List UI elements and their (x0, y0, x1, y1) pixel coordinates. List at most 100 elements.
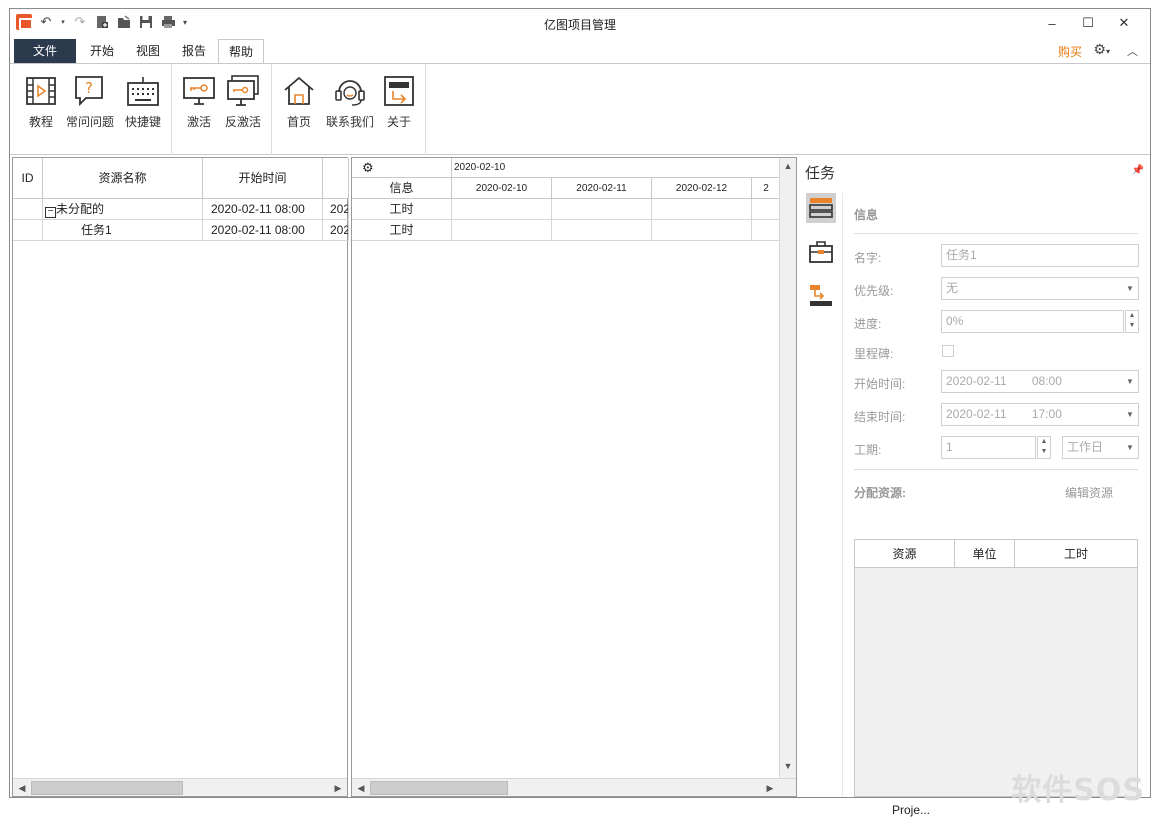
date-header: 2 (752, 178, 780, 199)
maximize-icon[interactable]: ☐ (1070, 11, 1106, 35)
scroll-right-icon[interactable]: ▶ (762, 780, 778, 796)
faq-label: 常问问题 (66, 115, 115, 129)
tab-view[interactable]: 视图 (128, 39, 168, 63)
section-info-title: 信息 (854, 208, 879, 222)
shortcuts-button[interactable]: 快捷键 (120, 74, 166, 130)
task-link-icon[interactable] (806, 281, 836, 311)
work-hours-cell: 工时 (352, 220, 452, 241)
column-header-resource-name[interactable]: 资源名称 (43, 158, 203, 199)
timeline-grid: ⚙ 2020-02-10 信息 2020-02-10 2020-02-11 20… (351, 157, 797, 797)
gear-icon[interactable]: ⚙ (362, 158, 374, 178)
briefcase-icon[interactable] (806, 237, 836, 267)
scrollbar-thumb[interactable] (370, 781, 508, 795)
ribbon-group-activation: 激活 反激活 (172, 64, 272, 155)
chevron-down-icon[interactable]: ▼ (1122, 404, 1138, 425)
divider (854, 469, 1138, 470)
gear-icon[interactable]: ⚙▾ (1093, 41, 1110, 58)
duration-stepper[interactable]: ▲ ▼ (1037, 436, 1051, 459)
scroll-left-icon[interactable]: ◀ (14, 780, 30, 796)
window-controls: – ☐ ✕ (1034, 11, 1142, 35)
duration-label: 工期: (854, 443, 882, 457)
timeline-cell (752, 199, 780, 220)
tab-file[interactable]: 文件 (14, 39, 76, 63)
close-icon[interactable]: ✕ (1106, 11, 1142, 35)
progress-input[interactable]: 0% (941, 310, 1124, 333)
minimize-icon[interactable]: – (1034, 11, 1070, 35)
column-header-unit[interactable]: 单位 (955, 540, 1015, 568)
column-header-id[interactable]: ID (13, 158, 43, 199)
duration-input[interactable]: 1 (941, 436, 1036, 459)
horizontal-scrollbar[interactable]: ◀ ▶ (13, 778, 347, 796)
task-form: 信息 名字: 任务1 优先级: 无 ▼ 进度: 0% ▲ ▼ 里程碑: 开始时间:… (842, 193, 1139, 797)
ribbon-tabs: 文件 开始 视图 报告 帮助 (10, 39, 1150, 64)
priority-value: 无 (946, 281, 959, 295)
window-title: 亿图项目管理 (543, 18, 616, 32)
column-header-extra[interactable] (323, 158, 349, 199)
tutorial-button[interactable]: 教程 (18, 74, 64, 130)
timeline-settings-cell: ⚙ (352, 158, 452, 178)
timeline-cell (452, 199, 552, 220)
stepper-up-icon[interactable]: ▲ (1038, 437, 1050, 447)
name-input[interactable]: 任务1 (941, 244, 1139, 267)
row-start-cell: 2020-02-11 08:00 (203, 220, 323, 241)
panel-side-tabs (800, 193, 836, 325)
info-tab-icon[interactable] (806, 193, 836, 223)
question-bubble-icon: ? (75, 76, 103, 107)
milestone-checkbox[interactable] (942, 345, 954, 357)
column-header-info[interactable]: 信息 (352, 178, 452, 199)
faq-button[interactable]: ? 常问问题 (66, 74, 115, 130)
edit-resources-link[interactable]: 编辑资源 (1065, 484, 1113, 501)
buy-link[interactable]: 购买 (1058, 43, 1082, 60)
stepper-up-icon[interactable]: ▲ (1126, 311, 1138, 321)
vertical-scrollbar[interactable]: ▲ ▼ (779, 158, 796, 778)
row-id-cell (13, 199, 43, 220)
tab-home[interactable]: 开始 (82, 39, 122, 63)
homepage-label: 首页 (286, 115, 311, 129)
end-time-label: 结束时间: (854, 410, 906, 424)
column-header-resource[interactable]: 资源 (855, 540, 955, 568)
headset-icon (335, 80, 365, 106)
date-header: 2020-02-12 (652, 178, 752, 199)
about-button[interactable]: 关于 (376, 74, 422, 130)
divider (854, 233, 1138, 234)
deactivate-button[interactable]: 反激活 (220, 74, 266, 130)
column-header-start-time[interactable]: 开始时间 (203, 158, 323, 199)
contact-us-button[interactable]: 联系我们 (324, 74, 376, 130)
timeline-cell (552, 199, 652, 220)
pin-icon[interactable]: 📌 (1132, 165, 1144, 176)
watermark-text: 软件SOS (1011, 773, 1145, 808)
chevron-up-icon[interactable]: ︿ (1127, 43, 1138, 59)
timeline-top-date: 2020-02-10 (452, 158, 780, 178)
activate-button[interactable]: 激活 (176, 74, 222, 130)
scroll-left-icon[interactable]: ◀ (353, 780, 369, 796)
stepper-down-icon[interactable]: ▼ (1126, 321, 1138, 331)
chevron-down-icon[interactable]: ▼ (1122, 437, 1138, 458)
start-time-picker[interactable]: 2020-02-11 08:00 ▼ (941, 370, 1139, 393)
scrollbar-thumb[interactable] (31, 781, 183, 795)
svg-text:?: ? (85, 79, 93, 97)
tab-report[interactable]: 报告 (174, 39, 214, 63)
keyboard-icon (127, 77, 159, 106)
duration-unit-value: 工作日 (1067, 440, 1104, 454)
progress-stepper[interactable]: ▲ ▼ (1125, 310, 1139, 333)
end-time-picker[interactable]: 2020-02-11 17:00 ▼ (941, 403, 1139, 426)
end-time-value: 17:00 (1031, 407, 1062, 421)
stepper-down-icon[interactable]: ▼ (1038, 447, 1050, 457)
chevron-down-icon[interactable]: ▼ (1122, 371, 1138, 392)
collapse-toggle-icon[interactable]: − (45, 207, 56, 218)
activate-label: 激活 (186, 115, 211, 129)
priority-select[interactable]: 无 ▼ (941, 277, 1139, 300)
row-name-text: 未分配的 (56, 202, 105, 216)
horizontal-scrollbar[interactable]: ◀ ▶ (352, 778, 796, 796)
column-header-work[interactable]: 工时 (1015, 540, 1137, 568)
chevron-down-icon[interactable]: ▼ (1122, 278, 1138, 299)
scroll-up-icon[interactable]: ▲ (780, 158, 796, 174)
scroll-down-icon[interactable]: ▼ (780, 758, 796, 774)
duration-unit-select[interactable]: 工作日 ▼ (1062, 436, 1139, 459)
scroll-right-icon[interactable]: ▶ (330, 780, 346, 796)
homepage-button[interactable]: 首页 (276, 74, 322, 130)
about-icon (384, 76, 414, 106)
row-id-cell (13, 220, 43, 241)
timeline-cell (652, 220, 752, 241)
tab-help[interactable]: 帮助 (218, 39, 264, 64)
